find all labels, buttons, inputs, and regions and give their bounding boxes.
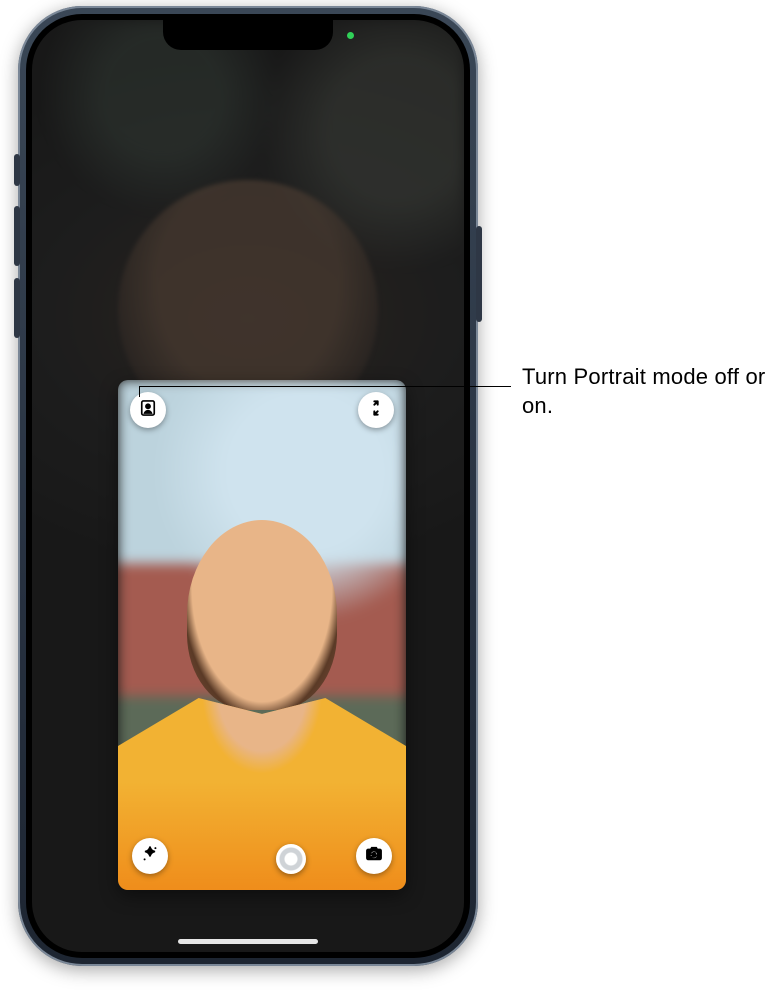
camera-active-indicator-icon xyxy=(347,32,354,39)
effects-button[interactable] xyxy=(132,838,168,874)
self-view-tile[interactable] xyxy=(118,380,406,890)
effects-star-icon xyxy=(140,844,160,869)
flip-camera-icon xyxy=(364,844,384,869)
side-power-button xyxy=(476,226,482,322)
collapse-pip-button[interactable] xyxy=(358,392,394,428)
iphone-device-frame xyxy=(18,6,478,966)
home-indicator xyxy=(178,939,318,944)
callout-leader-line xyxy=(139,386,511,387)
volume-up-button xyxy=(14,206,20,266)
portrait-person-icon xyxy=(138,398,158,423)
device-notch xyxy=(163,20,333,50)
collapse-arrows-icon xyxy=(366,398,386,423)
flip-camera-button[interactable] xyxy=(356,838,392,874)
self-view-face xyxy=(187,520,337,710)
ring-silent-switch xyxy=(14,154,20,186)
device-screen xyxy=(32,20,464,952)
portrait-mode-toggle-button[interactable] xyxy=(130,392,166,428)
callout-portrait-mode-text: Turn Portrait mode off or on. xyxy=(522,363,772,420)
volume-down-button xyxy=(14,278,20,338)
callout-leader-line xyxy=(139,386,140,397)
device-bezel xyxy=(26,14,470,958)
take-live-photo-button[interactable] xyxy=(276,844,306,874)
